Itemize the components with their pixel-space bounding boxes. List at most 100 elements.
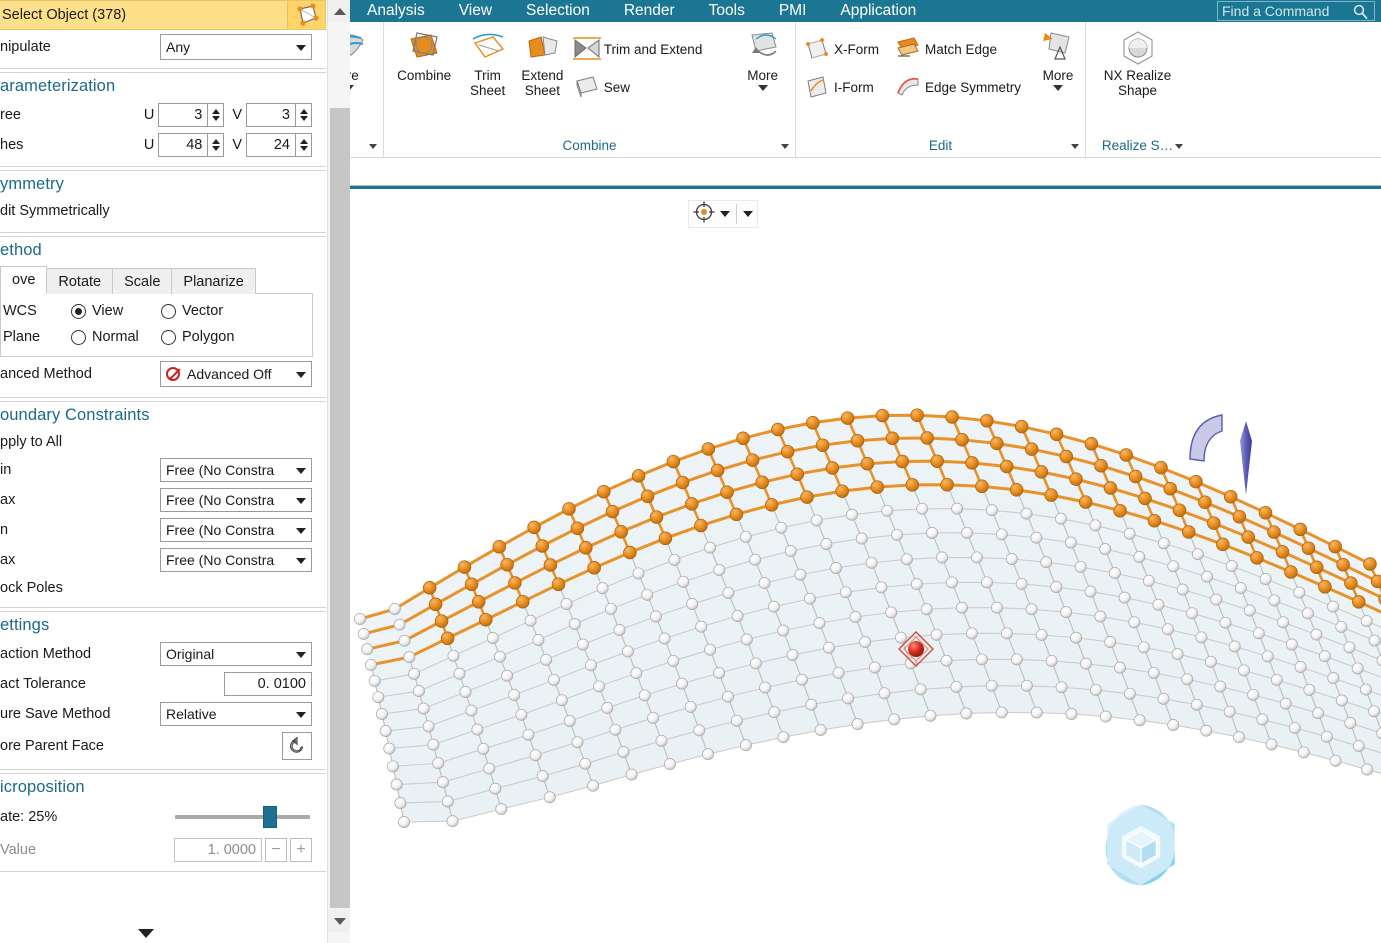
ribbon-button-more-edit[interactable]: More — [1035, 26, 1081, 93]
chevron-down-icon[interactable] — [1175, 144, 1183, 149]
ribbon-button-trim-and-extend-label: Trim and Extend — [603, 41, 703, 57]
manipulate-select[interactable]: Any — [160, 34, 312, 60]
constraint-value-v-min: Free (No Constra — [166, 522, 275, 538]
dialog-vertical-scrollbar[interactable] — [327, 0, 351, 943]
advanced-method-select[interactable]: Advanced Off — [160, 361, 312, 387]
chevron-down-icon[interactable] — [1053, 85, 1064, 91]
ribbon-button-x-form[interactable]: X-Form — [800, 30, 885, 68]
find-command-input[interactable]: Find a Command — [1217, 1, 1375, 21]
ribbon-secondary-strip — [350, 158, 1381, 186]
constraint-select-u-max[interactable]: Free (No Constra — [160, 488, 312, 512]
ribbon-button-sew-label: Sew — [603, 79, 631, 95]
nurbs-control-cage[interactable] — [350, 189, 1381, 943]
degree-v-input[interactable]: 3 — [246, 103, 296, 127]
ribbon-button-extend-sheet[interactable]: Extend Sheet — [515, 26, 570, 100]
section-parameterization: arameterization ree U 3 V 3 hes U 48 V 2 — [0, 72, 326, 167]
microposition-value: 1. 0000 — [207, 842, 256, 858]
graphics-viewport[interactable] — [350, 189, 1381, 943]
ribbon-button-match-edge[interactable]: Match Edge — [891, 30, 1027, 68]
constraint-select-v-min[interactable]: Free (No Constra — [160, 518, 312, 542]
rate-slider[interactable] — [175, 805, 310, 829]
chevron-down-icon[interactable] — [757, 85, 768, 91]
ribbon-button-more-surface[interactable]: ore — [350, 26, 366, 93]
manipulate-row: nipulate Any — [0, 30, 326, 64]
apply-to-all-row[interactable]: pply to All — [0, 429, 326, 455]
radio-polygon[interactable]: Polygon — [161, 324, 271, 350]
chevron-down-icon[interactable] — [369, 144, 377, 149]
ribbon-button-x-form-label: X-Form — [834, 41, 879, 57]
edit-symmetrically-row[interactable]: dit Symmetrically — [0, 198, 326, 224]
more-combine-icon — [742, 28, 784, 68]
ribbon-tab-analysis[interactable]: Analysis — [350, 0, 442, 22]
constraint-select-u-min[interactable]: Free (No Constra — [160, 458, 312, 482]
exact-tolerance-input[interactable]: 0. 0100 — [224, 672, 312, 696]
tab-move[interactable]: ove — [0, 266, 48, 294]
ribbon-tab-selection[interactable]: Selection — [509, 0, 607, 22]
boundary-constraints-title: oundary Constraints — [0, 406, 150, 424]
select-object-bar[interactable]: Select Object (378) — [0, 0, 326, 30]
ribbon-tab-tools[interactable]: Tools — [692, 0, 762, 22]
plus-icon: + — [296, 841, 306, 858]
patches-u-stepper[interactable] — [208, 133, 225, 157]
ribbon-tab-view[interactable]: View — [442, 0, 509, 22]
reset-icon[interactable] — [282, 732, 312, 760]
nx-logo — [1105, 804, 1175, 886]
ribbon-button-i-form[interactable]: I-Form — [800, 68, 885, 106]
ribbon-button-more-combine[interactable]: More — [734, 26, 791, 93]
chevron-up-icon — [333, 7, 346, 15]
extraction-method-select[interactable]: Original — [160, 642, 312, 666]
dialog-collapse-chevron-icon[interactable] — [138, 929, 154, 938]
settings-title: ettings — [0, 616, 50, 634]
ribbon-tab-application[interactable]: Application — [823, 0, 933, 22]
tab-scale[interactable]: Scale — [112, 268, 173, 294]
chevron-down-icon[interactable] — [1071, 144, 1079, 149]
scroll-up-button[interactable] — [328, 0, 351, 22]
ribbon-button-extend-sheet-label: Extend Sheet — [521, 68, 564, 98]
ribbon-tab-render[interactable]: Render — [607, 0, 692, 22]
chevron-down-icon — [296, 498, 306, 504]
scroll-down-button[interactable] — [328, 910, 351, 932]
ribbon-body: ore — [350, 22, 1381, 158]
rate-slider-thumb[interactable] — [262, 806, 277, 828]
patches-v-input[interactable]: 24 — [246, 133, 296, 157]
radio-normal-indicator — [71, 329, 86, 345]
ribbon-button-nx-realize-shape[interactable]: NX Realize Shape — [1090, 26, 1185, 100]
realize-shape-icon — [1116, 28, 1160, 68]
ribbon-tab-pmi[interactable]: PMI — [762, 0, 824, 22]
feature-save-method-label: ure Save Method — [0, 706, 111, 722]
ribbon-button-sew[interactable]: Sew — [570, 68, 709, 106]
ribbon-group-realize-shape: NX Realize Shape Realize S… — [1085, 22, 1189, 157]
scrollbar-thumb[interactable] — [330, 108, 350, 908]
constraint-select-v-max[interactable]: Free (No Constra — [160, 548, 312, 572]
select-poles-icon[interactable] — [287, 1, 325, 29]
radio-view[interactable]: View — [71, 298, 161, 324]
patches-u-input[interactable]: 48 — [158, 133, 209, 157]
ribbon-button-trim-sheet-label: Trim Sheet — [470, 68, 506, 98]
ribbon-button-edge-symmetry[interactable]: Edge Symmetry — [891, 68, 1027, 106]
microposition-value-input[interactable]: 1. 0000 — [174, 838, 262, 862]
constraint-row-v-min: n Free (No Constra — [0, 515, 326, 545]
ribbon-group-combine-label-text: Combine — [562, 138, 617, 153]
lock-poles-row[interactable]: ock Poles — [0, 575, 326, 601]
degree-u-input[interactable]: 3 — [158, 103, 209, 127]
tab-rotate[interactable]: Rotate — [46, 268, 114, 294]
tab-planarize[interactable]: Planarize — [171, 268, 256, 294]
radio-vector[interactable]: Vector — [161, 298, 271, 324]
patches-v-stepper[interactable] — [296, 133, 312, 157]
feature-save-method-select[interactable]: Relative — [160, 702, 312, 726]
microposition-decrement-button[interactable]: − — [265, 838, 287, 862]
microposition-increment-button[interactable]: + — [290, 838, 312, 862]
ribbon-button-trim-sheet[interactable]: Trim Sheet — [460, 26, 515, 100]
ribbon-button-combine[interactable]: Combine — [388, 26, 460, 85]
degree-v-stepper[interactable] — [296, 103, 312, 127]
chevron-down-icon[interactable] — [350, 85, 354, 91]
radio-normal[interactable]: Normal — [71, 324, 161, 350]
ribbon-button-i-form-label: I-Form — [834, 79, 874, 95]
section-microposition: icroposition ate: 25% Value 1. 0000 − + — [0, 773, 326, 872]
ribbon-button-trim-and-extend[interactable]: Trim and Extend — [570, 30, 709, 68]
section-boundary-constraints: oundary Constraints pply to All in Free … — [0, 401, 326, 608]
degree-u-stepper[interactable] — [208, 103, 225, 127]
degree-v-value: 3 — [281, 107, 290, 123]
chevron-down-icon[interactable] — [781, 144, 789, 149]
ribbon-group-combine-items: Combine Trim Sheet Extend Sheet Trim and… — [388, 22, 791, 135]
